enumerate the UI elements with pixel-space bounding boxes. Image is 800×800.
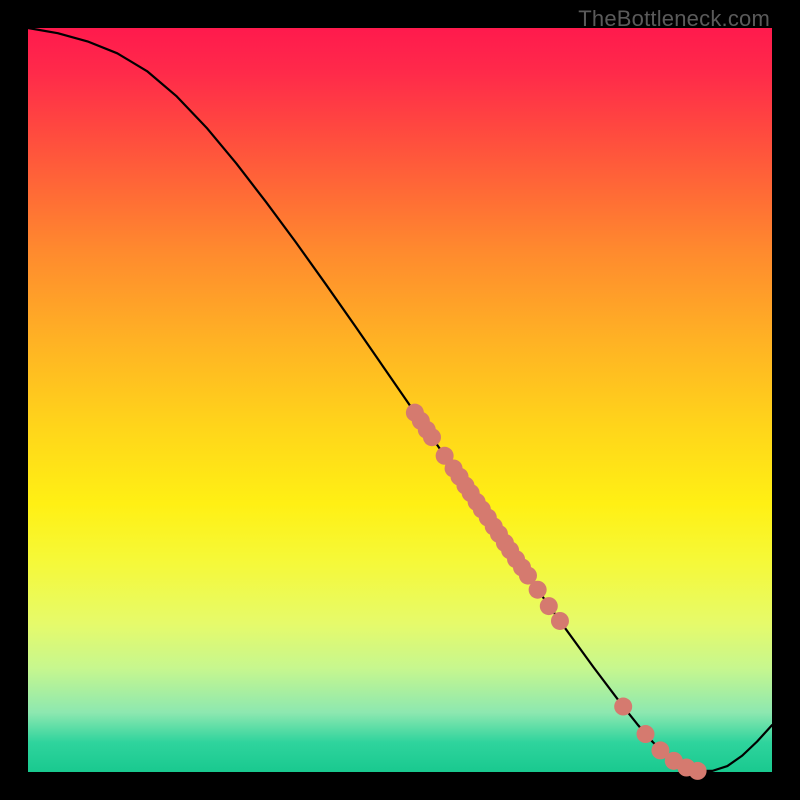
data-point [637, 725, 655, 743]
data-point [423, 428, 441, 446]
plot-area [28, 28, 772, 772]
data-point [551, 612, 569, 630]
data-point [529, 581, 547, 599]
data-point [540, 597, 558, 615]
chart-svg [28, 28, 772, 772]
data-point [614, 698, 632, 716]
data-points [406, 404, 707, 780]
bottleneck-curve [28, 28, 772, 771]
data-point [689, 762, 707, 780]
watermark-text: TheBottleneck.com [578, 6, 770, 32]
chart-stage: TheBottleneck.com [0, 0, 800, 800]
